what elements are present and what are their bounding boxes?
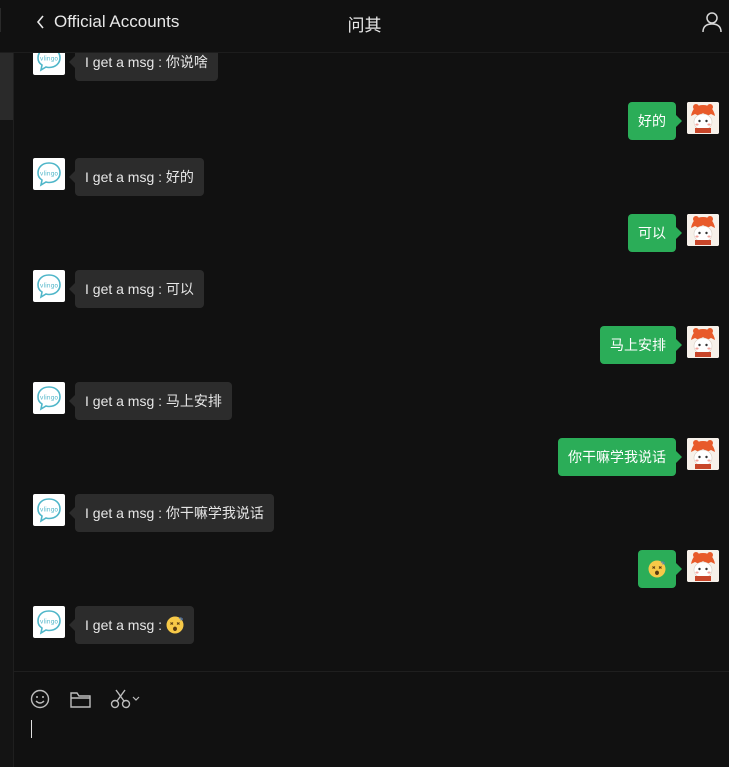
message-bubble[interactable]: 可以 (628, 214, 682, 252)
folder-icon[interactable] (70, 691, 91, 709)
left-scrollbar[interactable] (0, 52, 14, 767)
message-bubble[interactable]: I get a msg : 你干嘛学我说话 (69, 494, 274, 532)
chat-bubble-icon: vlingo (37, 162, 61, 187)
incoming-message: vlingo I get a msg : 马上安排 (14, 382, 729, 422)
message-text: 可以 (638, 225, 666, 241)
dizzy-face-emoji (648, 554, 666, 578)
dizzy-face-emoji (166, 610, 184, 634)
incoming-message: vlingo I get a msg : 好的 (14, 158, 729, 198)
chat-bubble-icon: vlingo (37, 53, 61, 72)
chat-header: Official Accounts 问其 (0, 0, 729, 53)
divider (0, 8, 1, 32)
message-bubble[interactable]: I get a msg : (69, 606, 194, 644)
outgoing-message: 好的 (14, 102, 729, 142)
person-icon[interactable] (701, 11, 723, 33)
composer[interactable] (14, 671, 729, 767)
chat-bubble-icon: vlingo (37, 498, 61, 523)
message-text: I get a msg : 你干嘛学我说话 (85, 505, 264, 521)
cartoon-avatar-icon (687, 438, 719, 470)
message-text: 你干嘛学我说话 (568, 449, 666, 465)
chat-window: Official Accounts 问其 vlingo I get a msg :… (0, 0, 729, 767)
message-bubble[interactable]: I get a msg : 可以 (69, 270, 204, 308)
chevron-left-icon (36, 15, 44, 29)
incoming-message: vlingo I get a msg : 你说啥 (14, 53, 729, 83)
bot-avatar[interactable]: vlingo (33, 53, 65, 75)
chat-bubble-icon: vlingo (37, 386, 61, 411)
user-avatar[interactable] (687, 102, 719, 134)
chat-bubble-icon: vlingo (37, 610, 61, 635)
message-text: I get a msg : (85, 617, 166, 633)
message-list[interactable]: vlingo I get a msg : 你说啥好的 vlingo I get a m… (14, 53, 729, 670)
incoming-message: vlingo I get a msg : (14, 606, 729, 646)
cartoon-avatar-icon (687, 214, 719, 246)
message-text: I get a msg : 你说啥 (85, 54, 208, 70)
message-bubble[interactable] (638, 550, 682, 588)
cartoon-avatar-icon (687, 326, 719, 358)
chat-bubble-icon: vlingo (37, 274, 61, 299)
user-avatar[interactable] (687, 550, 719, 582)
message-bubble[interactable]: I get a msg : 马上安排 (69, 382, 232, 420)
message-text: I get a msg : 可以 (85, 281, 194, 297)
outgoing-message: 可以 (14, 214, 729, 254)
text-caret[interactable] (31, 720, 32, 738)
svg-text:vlingo: vlingo (40, 283, 58, 290)
message-text: 马上安排 (610, 337, 666, 353)
bot-avatar[interactable]: vlingo (33, 494, 65, 526)
user-avatar[interactable] (687, 438, 719, 470)
svg-text:vlingo: vlingo (40, 171, 58, 178)
message-bubble[interactable]: 你干嘛学我说话 (558, 438, 682, 476)
cartoon-avatar-icon (687, 102, 719, 134)
outgoing-message: 马上安排 (14, 326, 729, 366)
outgoing-message (14, 550, 729, 590)
user-avatar[interactable] (687, 326, 719, 358)
svg-text:vlingo: vlingo (40, 507, 58, 514)
message-text: 好的 (638, 113, 666, 129)
cartoon-avatar-icon (687, 550, 719, 582)
scrollbar-thumb[interactable] (0, 52, 13, 120)
back-button[interactable]: Official Accounts (36, 10, 179, 34)
outgoing-message: 你干嘛学我说话 (14, 438, 729, 478)
back-label: Official Accounts (54, 12, 180, 31)
message-text: I get a msg : 好的 (85, 169, 194, 185)
incoming-message: vlingo I get a msg : 你干嘛学我说话 (14, 494, 729, 534)
bot-avatar[interactable]: vlingo (33, 158, 65, 190)
message-text: I get a msg : 马上安排 (85, 393, 222, 409)
bot-avatar[interactable]: vlingo (33, 270, 65, 302)
bot-avatar[interactable]: vlingo (33, 382, 65, 414)
scissors-icon[interactable] (110, 689, 142, 709)
message-bubble[interactable]: 好的 (628, 102, 682, 140)
user-avatar[interactable] (687, 214, 719, 246)
message-bubble[interactable]: 马上安排 (600, 326, 682, 364)
message-bubble[interactable]: I get a msg : 你说啥 (69, 53, 218, 81)
message-bubble[interactable]: I get a msg : 好的 (69, 158, 204, 196)
svg-text:vlingo: vlingo (40, 619, 58, 626)
svg-text:vlingo: vlingo (40, 395, 58, 402)
svg-text:vlingo: vlingo (40, 56, 58, 63)
bot-avatar[interactable]: vlingo (33, 606, 65, 638)
emoji-icon[interactable] (30, 689, 50, 709)
incoming-message: vlingo I get a msg : 可以 (14, 270, 729, 310)
